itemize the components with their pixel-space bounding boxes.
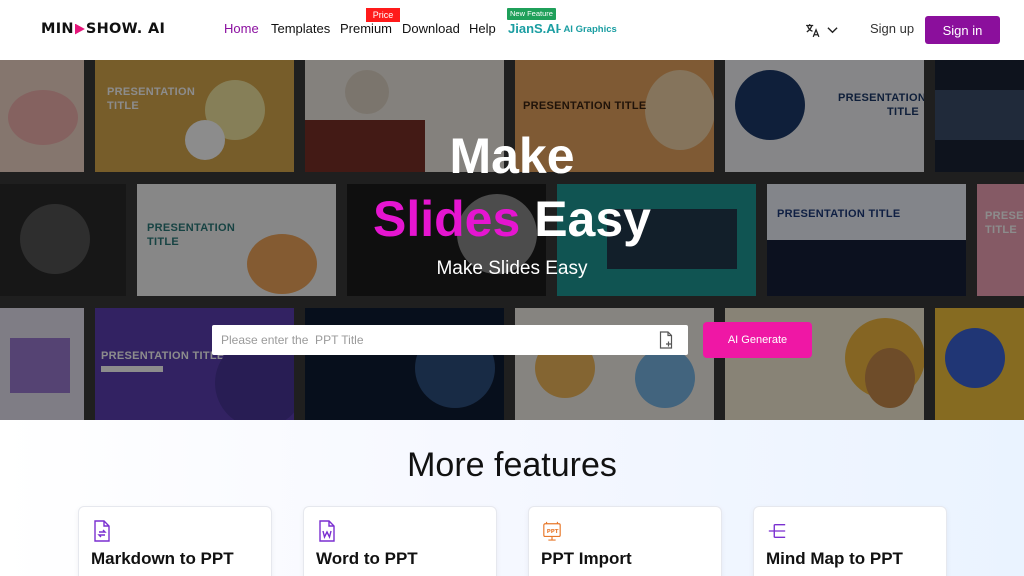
feature-card-ppt-import[interactable]: PPT PPT Import [528,506,722,576]
logo-text-part2: SHOW. AI [85,21,166,37]
feature-card-title: Word to PPT [316,549,418,568]
hero-subtitle: Make Slides Easy [436,258,588,279]
mind-map-icon [768,523,786,539]
price-badge: Price [366,8,400,22]
top-navbar: MIN SHOW. AI Home Templates Premium Down… [0,0,1024,60]
feature-card-title: Mind Map to PPT [766,549,903,568]
nav-premium[interactable]: Premium [340,21,392,36]
signin-button[interactable]: Sign in [925,16,1000,44]
ppt-title-search-box [212,325,688,355]
translate-icon [806,23,820,37]
features-section: More features Markdown to PPT Word to PP… [0,420,1024,576]
signup-link[interactable]: Sign up [870,21,914,36]
logo-text-part1: MIN [41,21,74,37]
svg-text:PPT: PPT [547,529,559,535]
nav-home[interactable]: Home [224,21,259,36]
ppt-import-icon: PPT [543,521,561,541]
feature-card-mind-map[interactable]: Mind Map to PPT [753,506,947,576]
logo-play-mark [74,23,85,35]
hero-title-line2: Slides Easy [0,190,1024,248]
feature-card-word[interactable]: Word to PPT [303,506,497,576]
word-file-icon [319,520,335,542]
hero-title-accent: Slides [373,191,521,247]
hero-title-rest: Easy [534,191,651,247]
nav-jians-ai-suffix[interactable]: - AI Graphics [558,24,617,35]
ppt-title-input[interactable] [212,325,652,355]
nav-jians-ai[interactable]: JianS.AI [508,21,559,36]
chevron-down-icon [827,27,838,34]
new-feature-badge: New Feature [507,8,556,20]
feature-card-title: PPT Import [541,549,632,568]
features-title: More features [407,446,617,484]
hero-section: PRESENTATION TITLE PRESENTATION TITLE PR… [0,60,1024,420]
nav-templates[interactable]: Templates [271,21,330,36]
nav-download[interactable]: Download [402,21,460,36]
ai-generate-button[interactable]: AI Generate [703,322,812,358]
feature-card-markdown[interactable]: Markdown to PPT [78,506,272,576]
feature-card-title: Markdown to PPT [91,549,234,568]
markdown-file-icon [94,520,110,542]
nav-help[interactable]: Help [469,21,496,36]
file-upload-icon[interactable] [658,331,674,349]
hero-title-line1: Make [449,128,575,184]
language-switcher[interactable] [804,20,838,40]
mindshow-logo[interactable]: MIN SHOW. AI [41,21,165,37]
